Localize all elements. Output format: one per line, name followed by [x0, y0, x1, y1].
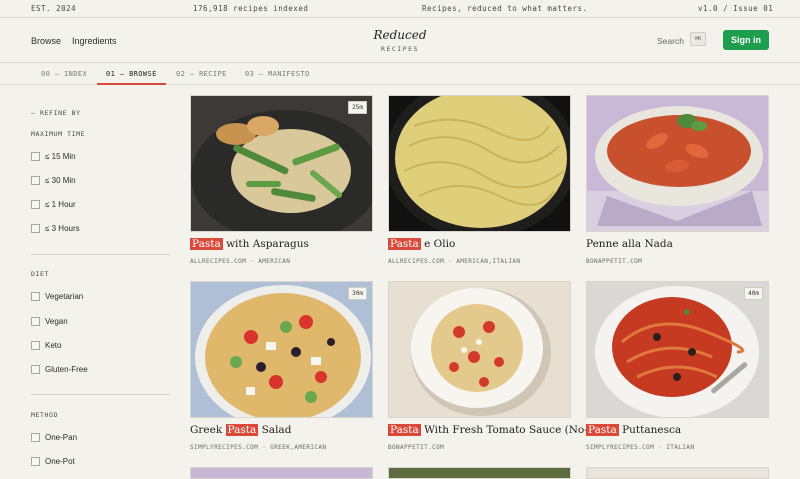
recipe-source: BONAPPETIT.COM — [586, 258, 643, 265]
recipe-title[interactable]: Pasta Puttanesca — [586, 424, 681, 436]
checkbox[interactable] — [31, 223, 40, 233]
filter-30-min[interactable]: ≤ 30 Min — [31, 174, 76, 186]
checkbox[interactable] — [31, 316, 40, 326]
recipe-card[interactable]: 25m Pasta with Asparagus ALLRECIPES.COM … — [190, 95, 373, 265]
time-badge: 30m — [348, 287, 367, 300]
checkbox[interactable] — [31, 199, 40, 209]
header: Browse Ingredients Reduced RECIPES Searc… — [0, 18, 800, 63]
tagline: Recipes, reduced to what matters. — [422, 4, 588, 13]
recipe-source: BONAPPETIT.COM — [388, 444, 445, 451]
recipe-card[interactable]: Penne alla Nada BONAPPETIT.COM — [586, 95, 769, 265]
recipe-photo — [388, 95, 571, 232]
recipe-photo — [388, 281, 571, 418]
recipe-card-partial[interactable] — [190, 467, 373, 479]
recipe-source: ALLRECIPES.COM · AMERICAN — [190, 258, 291, 265]
recipe-photo — [586, 95, 769, 232]
recipe-source: ALLRECIPES.COM · AMERICAN,ITALIAN — [388, 258, 521, 265]
recipe-title[interactable]: Pasta e Olio — [388, 238, 455, 250]
recipe-card[interactable]: 40m Pasta Puttanesca SIMPLYRECIPES.COM ·… — [586, 281, 769, 451]
checkbox[interactable] — [31, 456, 40, 466]
filter-1-hour[interactable]: ≤ 1 Hour — [31, 198, 76, 210]
section-tabs: 00 — INDEX 01 — BROWSE 02 — RECIPE 03 — … — [0, 63, 800, 85]
filter-vegetarian[interactable]: Vegetarian — [31, 290, 83, 302]
recipe-title[interactable]: Penne alla Nada — [586, 238, 673, 250]
issue-label: v1.0 / Issue 01 — [698, 4, 774, 13]
checkbox[interactable] — [31, 151, 40, 161]
recipe-card-partial[interactable] — [388, 467, 571, 479]
time-badge: 40m — [744, 287, 763, 300]
checkbox[interactable] — [31, 340, 40, 350]
diet-heading: DIET — [31, 270, 50, 278]
search-button[interactable]: Search — [657, 36, 684, 46]
recipe-title[interactable]: Pasta With Fresh Tomato Sauce (No-Cook) — [388, 424, 619, 436]
filter-one-pan[interactable]: One-Pan — [31, 431, 77, 443]
checkbox[interactable] — [31, 291, 40, 301]
tab-manifesto[interactable]: 03 — MANIFESTO — [245, 70, 310, 78]
tab-browse[interactable]: 01 — BROWSE — [106, 70, 157, 78]
filter-keto[interactable]: Keto — [31, 339, 61, 351]
max-time-heading: MAXIMUM TIME — [31, 130, 86, 138]
recipe-source: SIMPLYRECIPES.COM · GREEK,AMERICAN — [190, 444, 327, 451]
divider — [31, 254, 170, 255]
filter-3-hours[interactable]: ≤ 3 Hours — [31, 222, 80, 234]
meta-bar: EST. 2024 176,918 recipes indexed Recipe… — [0, 0, 800, 18]
recipe-card-partial[interactable] — [586, 467, 769, 479]
filter-one-pot[interactable]: One-Pot — [31, 455, 75, 467]
recipe-photo: 25m — [190, 95, 373, 232]
checkbox[interactable] — [31, 175, 40, 185]
divider — [31, 394, 170, 395]
method-heading: METHOD — [31, 411, 59, 419]
recipe-card[interactable]: Pasta With Fresh Tomato Sauce (No-Cook) … — [388, 281, 619, 451]
recipe-photo: 40m — [586, 281, 769, 418]
recipe-card[interactable]: 30m Greek Pasta Salad SIMPLYRECIPES.COM … — [190, 281, 373, 451]
sign-in-button[interactable]: Sign in — [723, 30, 769, 50]
est-label: EST. 2024 — [31, 4, 77, 13]
refine-heading: — REFINE BY — [31, 109, 81, 117]
recipe-source: SIMPLYRECIPES.COM · ITALIAN — [586, 444, 695, 451]
recipe-title[interactable]: Greek Pasta Salad — [190, 424, 291, 436]
recipe-photo: 30m — [190, 281, 373, 418]
tab-index[interactable]: 00 — INDEX — [41, 70, 87, 78]
filter-15-min[interactable]: ≤ 15 Min — [31, 150, 76, 162]
filter-gluten-free[interactable]: Gluten-Free — [31, 363, 88, 375]
checkbox[interactable] — [31, 432, 40, 442]
checkbox[interactable] — [31, 364, 40, 374]
tab-recipe[interactable]: 02 — RECIPE — [176, 70, 227, 78]
time-badge: 25m — [348, 101, 367, 114]
logo-subtitle: RECIPES — [381, 45, 419, 53]
active-tab-indicator — [97, 83, 166, 85]
search-shortcut-badge: ⌘K — [690, 32, 706, 46]
recipe-card[interactable]: Pasta e Olio ALLRECIPES.COM · AMERICAN,I… — [388, 95, 571, 265]
recipe-title[interactable]: Pasta with Asparagus — [190, 238, 309, 250]
filter-vegan[interactable]: Vegan — [31, 315, 68, 327]
recipe-count: 176,918 recipes indexed — [193, 4, 309, 13]
